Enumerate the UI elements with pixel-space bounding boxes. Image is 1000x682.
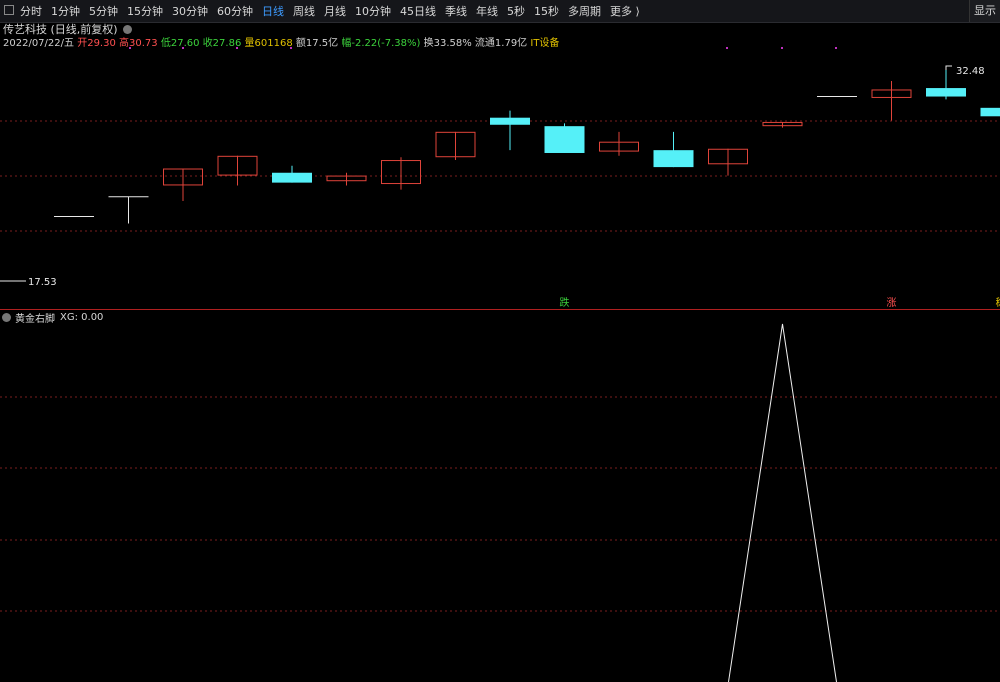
tab-5[interactable]: 60分钟 <box>217 3 253 19</box>
quote-date: 2022/07/22/五 <box>3 38 75 49</box>
candle-body <box>980 107 1000 117</box>
tab-8[interactable]: 月线 <box>324 3 346 19</box>
signal-label: 跌 <box>560 296 570 309</box>
tab-7[interactable]: 周线 <box>293 3 315 19</box>
tab-3[interactable]: 15分钟 <box>127 3 163 19</box>
tab-15[interactable]: 多周期 <box>568 3 601 19</box>
period-toolbar: 分时 1分钟 5分钟 15分钟 30分钟 60分钟 日线 周线 月线 10分钟 45日线 季线 年线 5秒… <box>0 0 1000 23</box>
quote-volume: 量601168 <box>244 38 293 49</box>
indicator-name: 黄金右脚 <box>15 313 55 325</box>
tab-6[interactable]: 日线 <box>262 3 284 19</box>
quote-low: 低27.60 <box>160 38 200 49</box>
marker-dot <box>726 47 728 49</box>
quote-change: 幅-2.22(-7.38%) <box>341 38 421 49</box>
quote-high: 高30.73 <box>119 38 158 49</box>
signal-label: 涨 <box>887 297 897 309</box>
candle-body <box>544 126 585 153</box>
kline-chart[interactable]: 17.53 32.48 跌 涨 稳 <box>0 0 1000 682</box>
indicator-title: 黄金右脚 XG: 0.00 <box>0 311 104 325</box>
tab-9[interactable]: 10分钟 <box>355 3 391 19</box>
tab-1[interactable]: 1分钟 <box>51 3 80 19</box>
marker-dot <box>835 47 837 49</box>
high-price-label: 32.48 <box>956 66 985 77</box>
tab-2[interactable]: 5分钟 <box>89 3 118 19</box>
indicator-line <box>728 323 837 682</box>
quote-turnover: 换33.58% <box>423 38 472 49</box>
candle-body <box>490 117 530 125</box>
menu-icon[interactable] <box>4 5 14 15</box>
tab-10[interactable]: 45日线 <box>400 3 436 19</box>
candle-body <box>272 172 312 183</box>
quote-industry[interactable]: IT设备 <box>530 38 559 49</box>
signal-label: 稳 <box>996 296 1000 309</box>
tab-0[interactable]: 分时 <box>20 3 42 19</box>
settings-circle-icon[interactable] <box>122 24 132 34</box>
quote-float: 流通1.79亿 <box>474 38 528 49</box>
tab-16[interactable]: 更多 ⟩ <box>610 3 640 19</box>
indicator-value: XG: 0.00 <box>60 311 104 323</box>
candle-body <box>926 88 966 97</box>
display-button[interactable]: 显示 <box>969 0 1000 22</box>
tab-13[interactable]: 5秒 <box>507 3 525 19</box>
tab-14[interactable]: 15秒 <box>534 3 559 19</box>
period-tabs: 分时 1分钟 5分钟 15分钟 30分钟 60分钟 日线 周线 月线 10分钟 45日线 季线 年线 5秒… <box>20 0 649 22</box>
quote-open: 开29.30 <box>77 38 116 49</box>
tab-12[interactable]: 年线 <box>476 3 498 19</box>
quote-amount: 额17.5亿 <box>295 38 339 49</box>
tab-4[interactable]: 30分钟 <box>172 3 208 19</box>
marker-dot <box>781 47 783 49</box>
indicator-settings-icon[interactable] <box>2 312 11 322</box>
tab-11[interactable]: 季线 <box>445 3 467 19</box>
quote-close: 收27.86 <box>202 38 242 49</box>
low-price-label: 17.53 <box>28 277 57 288</box>
quote-line: 2022/07/22/五 开29.30 高30.73 低27.60 收27.86… <box>3 34 559 49</box>
high-marker-line <box>945 65 952 70</box>
candle-body <box>653 150 694 168</box>
